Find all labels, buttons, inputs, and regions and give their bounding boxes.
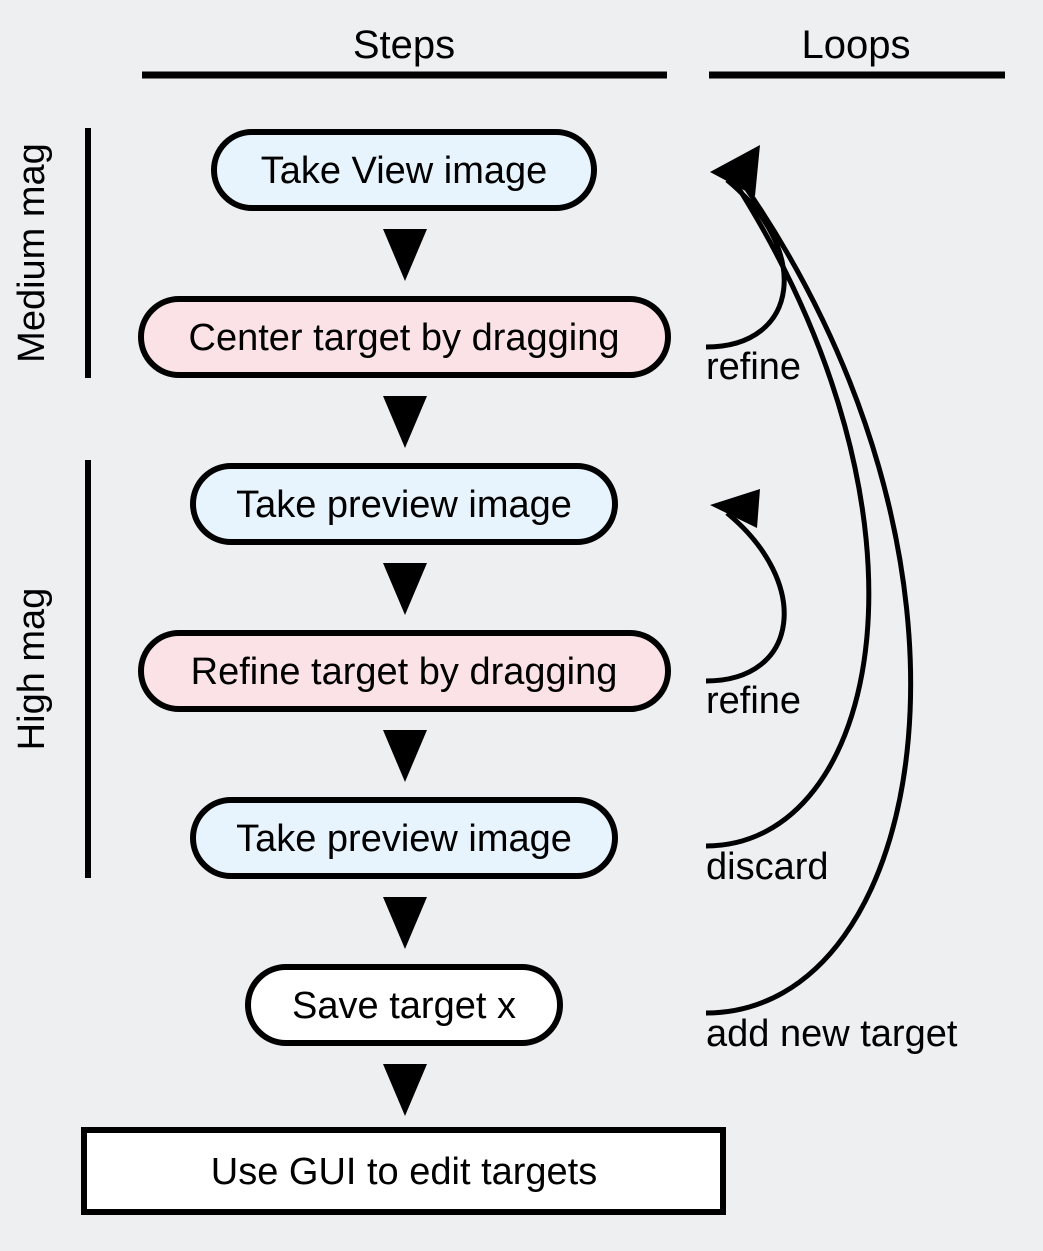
loop-label-refine-medium: refine: [706, 346, 801, 388]
band-label-high-mag: High mag: [11, 588, 53, 751]
loop-curve-refine-medium: [705, 178, 787, 350]
step-node-take-preview-image-1[interactable]: Take preview image: [190, 463, 618, 545]
step-node-use-gui-edit-targets[interactable]: Use GUI to edit targets: [81, 1127, 726, 1215]
flow-arrow-4: [383, 730, 427, 782]
flow-arrow-1: [383, 229, 427, 281]
loop-label-discard: discard: [706, 846, 829, 888]
step-node-center-target[interactable]: Center target by dragging: [138, 296, 671, 378]
step-node-label: Take View image: [261, 150, 548, 192]
step-node-take-preview-image-2[interactable]: Take preview image: [190, 797, 618, 879]
flowchart-canvas: Steps Loops Medium mag High mag Take Vie…: [11, 23, 1005, 1215]
step-node-refine-target[interactable]: Refine target by dragging: [138, 630, 671, 712]
step-node-save-target[interactable]: Save target x: [245, 964, 563, 1046]
flowchart-diagram: Steps Loops Medium mag High mag Take Vie…: [0, 0, 1043, 1251]
loop-label-add-target: add new target: [706, 1013, 958, 1055]
flow-arrow-3: [383, 563, 427, 615]
step-node-label: Take preview image: [236, 484, 572, 526]
band-label-medium-mag: Medium mag: [11, 143, 53, 363]
step-node-label: Save target x: [292, 985, 516, 1027]
step-node-take-view-image[interactable]: Take View image: [211, 129, 597, 211]
step-node-label: Refine target by dragging: [191, 651, 618, 693]
flow-arrow-5: [383, 897, 427, 949]
column-header-loops: Loops: [802, 23, 911, 67]
step-node-label: Take preview image: [236, 818, 572, 860]
loop-label-refine-high: refine: [706, 680, 801, 722]
column-header-steps: Steps: [353, 23, 455, 67]
loop-curve-refine-high: [705, 511, 787, 684]
flow-arrow-6: [383, 1064, 427, 1116]
step-node-label: Use GUI to edit targets: [211, 1151, 598, 1193]
flow-arrow-2: [383, 396, 427, 448]
step-node-label: Center target by dragging: [189, 317, 620, 359]
